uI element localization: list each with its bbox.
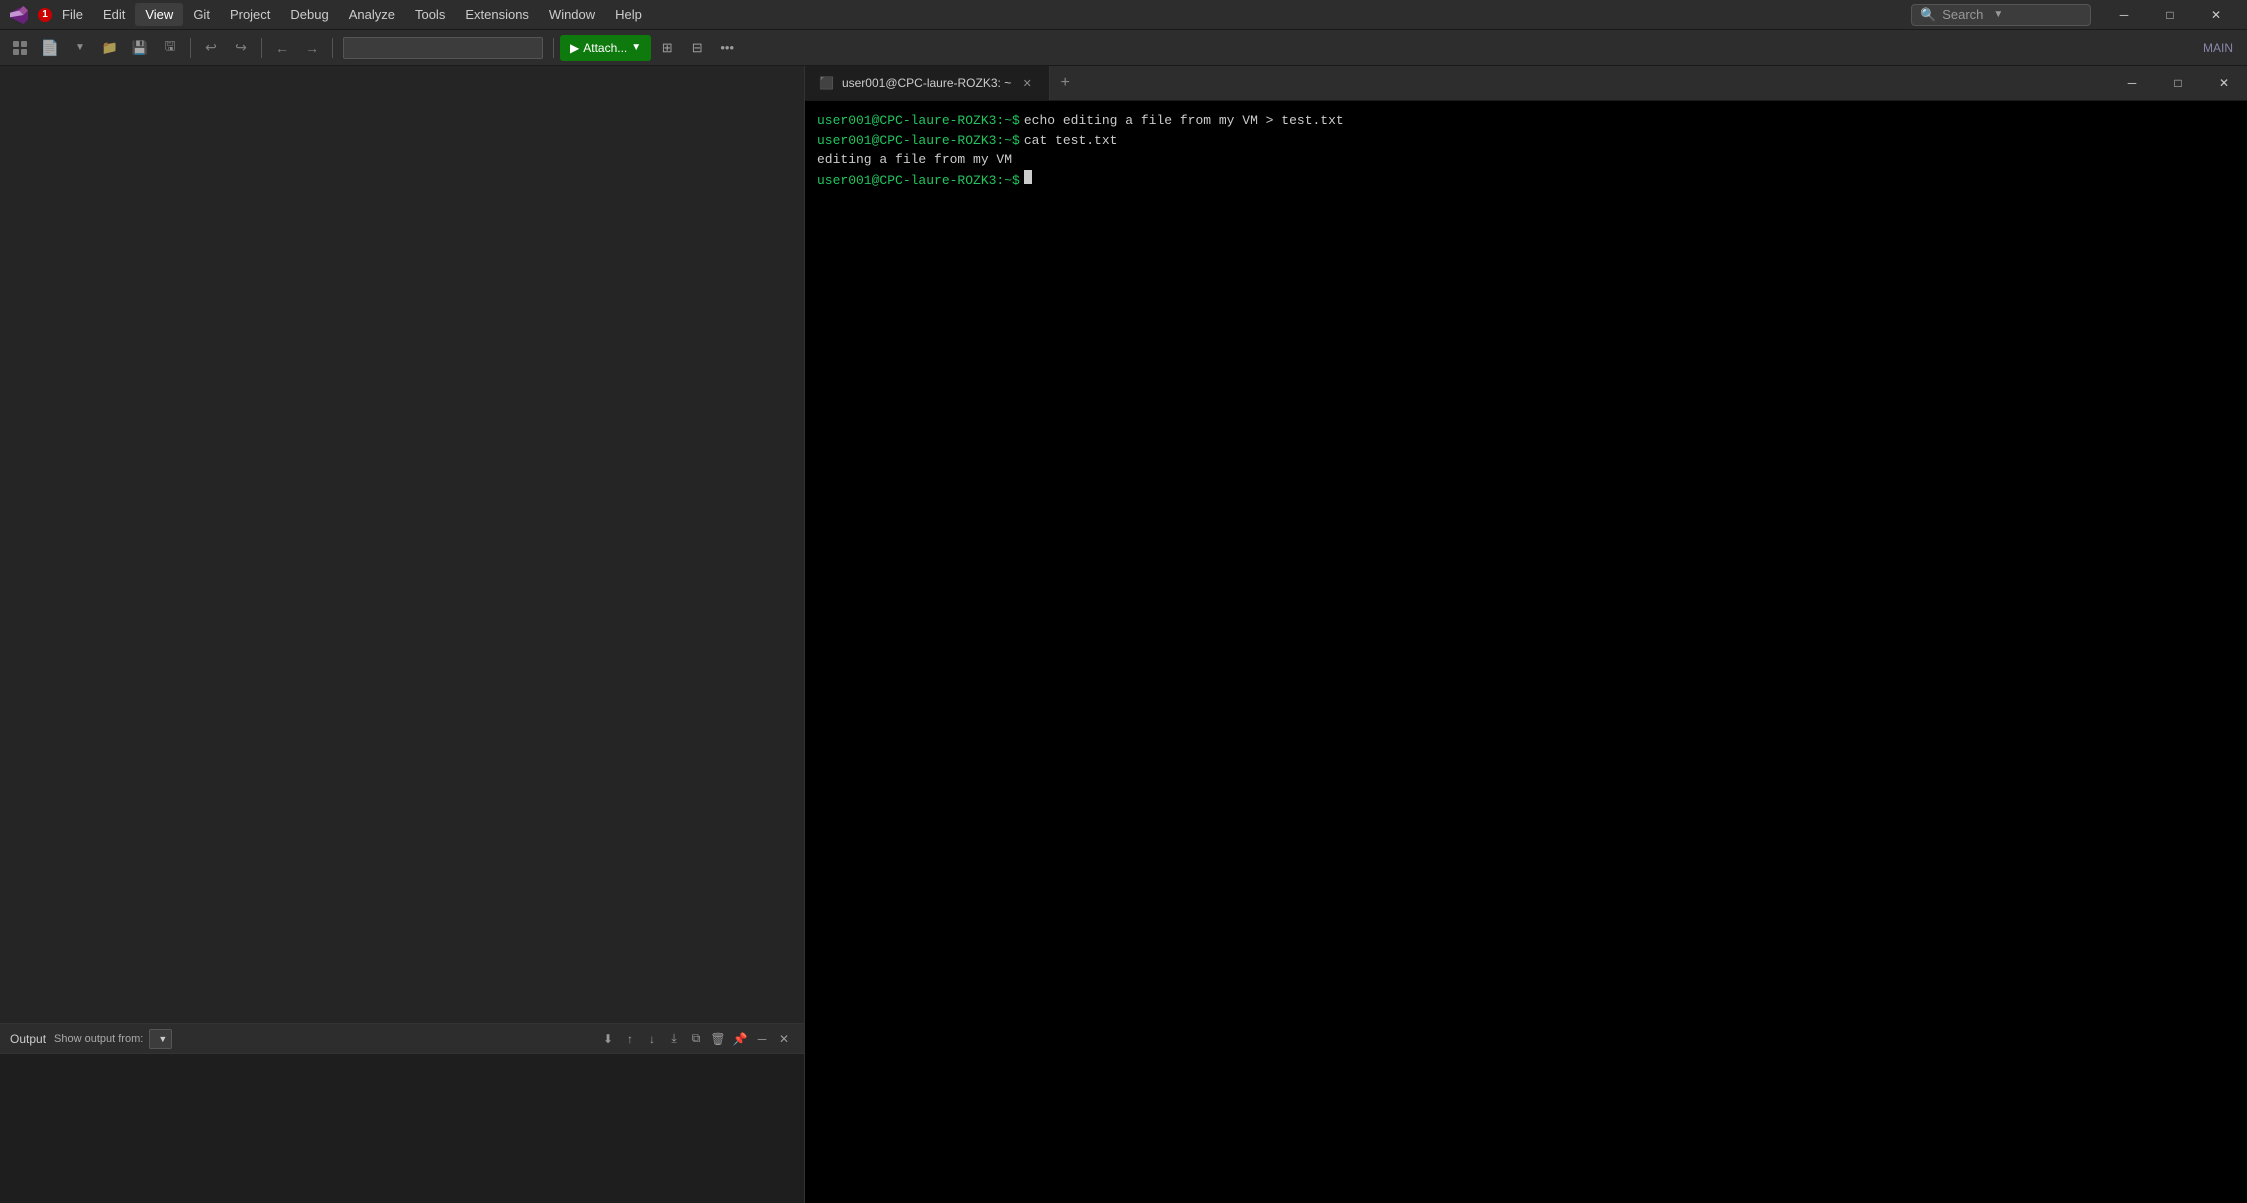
toolbar-forward[interactable]: → [298, 34, 326, 62]
terminal-tab-1[interactable]: ⬛ user001@CPC-laure-ROZK3: ~ ✕ [805, 66, 1050, 100]
toolbar-undo[interactable]: ↩ [197, 34, 225, 62]
terminal-command-1: echo editing a file from my VM > test.tx… [1024, 111, 1344, 131]
menu-help[interactable]: Help [605, 3, 652, 26]
close-button[interactable]: ✕ [2193, 0, 2239, 30]
menu-extensions[interactable]: Extensions [455, 3, 539, 26]
output-scroll-up[interactable]: ↑ [620, 1029, 640, 1049]
toolbar: 📄 ▼ 📁 💾 🖫 ↩ ↪ ← → ▶ Attach... ▼ ⊞ ⊟ ••• … [0, 30, 2247, 66]
menu-debug[interactable]: Debug [280, 3, 338, 26]
toolbar-save[interactable]: 💾 [126, 34, 154, 62]
terminal-body[interactable]: user001@CPC-laure-ROZK3:~$ echo editing … [805, 101, 2247, 1203]
output-body [0, 1054, 804, 1203]
play-icon: ▶ [570, 41, 579, 55]
toolbar-separator-3 [332, 38, 333, 58]
search-label: Search [1942, 7, 1983, 22]
search-dropdown-icon: ▼ [1993, 9, 2003, 20]
toolbar-separator-4 [553, 38, 554, 58]
toolbar-open[interactable]: 📁 [96, 34, 124, 62]
terminal-cursor [1024, 170, 1032, 184]
output-window-controls: ⬇ ↑ ↓ ⤓ ⧉ 🗑 📌 ─ ✕ [598, 1029, 794, 1049]
menu-tools[interactable]: Tools [405, 3, 455, 26]
minimize-button[interactable]: ─ [2101, 0, 2147, 30]
terminal-maximize[interactable]: □ [2155, 66, 2201, 101]
menu-bar: 1 File Edit View Git Project Debug Analy… [0, 0, 2247, 30]
app-logo [8, 4, 30, 26]
terminal-add-tab[interactable]: + [1050, 66, 1080, 100]
terminal-line-3: editing a file from my VM [817, 150, 2235, 170]
output-scroll-down[interactable]: ↓ [642, 1029, 662, 1049]
output-collapse[interactable]: ─ [752, 1029, 772, 1049]
toolbar-separator-2 [261, 38, 262, 58]
output-source-chevron: ▼ [158, 1034, 167, 1044]
main-content: Output Show output from: ▼ ⬇ ↑ ↓ ⤓ ⧉ 🗑 [0, 66, 2247, 1203]
left-panel: Output Show output from: ▼ ⬇ ↑ ↓ ⤓ ⧉ 🗑 [0, 66, 805, 1203]
output-scroll-lock[interactable]: ⬇ [598, 1029, 618, 1049]
terminal-close[interactable]: ✕ [2201, 66, 2247, 101]
terminal-tab-title: user001@CPC-laure-ROZK3: ~ [842, 76, 1011, 90]
terminal-line-1: user001@CPC-laure-ROZK3:~$ echo editing … [817, 111, 2235, 131]
terminal-command-2: cat test.txt [1024, 131, 1118, 151]
menu-edit[interactable]: Edit [93, 3, 135, 26]
toolbar-new-file[interactable]: 📄 [36, 34, 64, 62]
output-panel: Output Show output from: ▼ ⬇ ↑ ↓ ⤓ ⧉ 🗑 [0, 1023, 804, 1203]
output-clear[interactable]: 🗑 [708, 1029, 728, 1049]
toolbar-split-btn[interactable]: ⊟ [683, 34, 711, 62]
search-bar[interactable]: 🔍 Search ▼ [1911, 4, 2091, 26]
menu-git[interactable]: Git [183, 3, 220, 26]
maximize-button[interactable]: □ [2147, 0, 2193, 30]
toolbar-more-btn[interactable]: ••• [713, 34, 741, 62]
terminal-prompt-3: user001@CPC-laure-ROZK3:~$ [817, 171, 1020, 191]
window-controls: ─ □ ✕ [2101, 0, 2239, 30]
toolbar-separator-1 [190, 38, 191, 58]
toolbar-grid-btn[interactable]: ⊞ [653, 34, 681, 62]
menu-window[interactable]: Window [539, 3, 605, 26]
show-output-from-label: Show output from: [54, 1033, 143, 1045]
output-pin[interactable]: 📌 [730, 1029, 750, 1049]
terminal-prompt-1: user001@CPC-laure-ROZK3:~$ [817, 111, 1020, 131]
menu-file[interactable]: File [52, 3, 93, 26]
toolbar-save-all[interactable]: 🖫 [156, 34, 184, 62]
editor-area[interactable] [0, 66, 804, 1023]
output-copy[interactable]: ⧉ [686, 1029, 706, 1049]
terminal-icon: ⬛ [819, 76, 834, 90]
terminal-prompt-2: user001@CPC-laure-ROZK3:~$ [817, 131, 1020, 151]
output-header: Output Show output from: ▼ ⬇ ↑ ↓ ⤓ ⧉ 🗑 [0, 1024, 804, 1054]
toolbar-chevron-down[interactable]: ▼ [66, 34, 94, 62]
toolbar-back[interactable]: ← [268, 34, 296, 62]
attach-button[interactable]: ▶ Attach... ▼ [560, 35, 651, 61]
main-label: MAIN [2195, 41, 2241, 55]
output-source-dropdown[interactable]: ▼ [149, 1029, 172, 1049]
terminal-output-1: editing a file from my VM [817, 150, 2235, 170]
terminal-minimize[interactable]: ─ [2109, 66, 2155, 101]
menu-view[interactable]: View [135, 3, 183, 26]
search-icon: 🔍 [1920, 7, 1936, 23]
toolbar-btn-1[interactable] [6, 34, 34, 62]
terminal-line-2: user001@CPC-laure-ROZK3:~$ cat test.txt [817, 131, 2235, 151]
terminal-tab-bar: ⬛ user001@CPC-laure-ROZK3: ~ ✕ + ─ □ ✕ [805, 66, 2247, 101]
attach-dropdown-icon: ▼ [631, 42, 641, 53]
terminal-line-4: user001@CPC-laure-ROZK3:~$ [817, 170, 2235, 191]
menu-project[interactable]: Project [220, 3, 280, 26]
notification-badge: 1 [38, 8, 52, 22]
output-scroll-end[interactable]: ⤓ [664, 1029, 684, 1049]
toolbar-redo[interactable]: ↪ [227, 34, 255, 62]
attach-label: Attach... [583, 41, 627, 55]
output-title: Output [10, 1032, 46, 1046]
terminal-window-controls: ─ □ ✕ [2109, 66, 2247, 100]
terminal-tab-close[interactable]: ✕ [1019, 75, 1035, 91]
toolbar-dropdown[interactable] [343, 37, 543, 59]
output-close[interactable]: ✕ [774, 1029, 794, 1049]
menu-analyze[interactable]: Analyze [339, 3, 405, 26]
terminal-tab-spacer [1080, 66, 2109, 100]
output-controls: Show output from: ▼ [54, 1029, 590, 1049]
right-panel: ⬛ user001@CPC-laure-ROZK3: ~ ✕ + ─ □ ✕ u… [805, 66, 2247, 1203]
